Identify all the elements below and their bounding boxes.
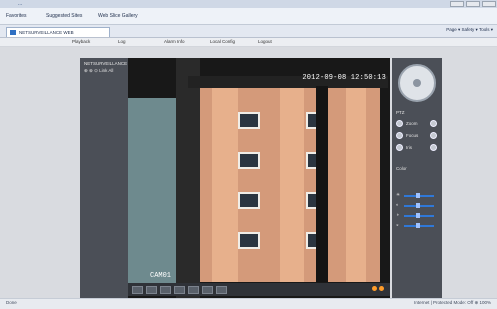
ptz-panel: PTZ Zoom Focus Iris Color ☀ ◐ ◑ ◒	[392, 58, 442, 298]
suggested-sites-link[interactable]: Suggested Sites	[46, 12, 82, 20]
menu-playback[interactable]: Playback	[72, 38, 90, 46]
iris-open-icon[interactable]	[430, 144, 437, 151]
window-controls	[449, 0, 497, 8]
contrast-thumb[interactable]	[416, 203, 420, 208]
scene-window-glass-left	[128, 98, 178, 288]
saturation-icon: ◑	[396, 212, 399, 217]
zoom-out-icon[interactable]	[396, 120, 403, 127]
building-column	[346, 86, 366, 282]
menu-local-config[interactable]: Local Config	[210, 38, 235, 46]
menu-logout[interactable]: Logout	[258, 38, 272, 46]
recording-indicators	[372, 286, 384, 291]
browser-titlebar: ...	[0, 0, 497, 8]
iris-label: Iris	[406, 145, 412, 150]
tab-bar: NETSURVEILLANCE WEB	[0, 25, 497, 38]
favorites-link[interactable]: Favorites	[6, 12, 27, 20]
color-title: Color	[396, 166, 407, 171]
building-column	[212, 86, 238, 282]
browser-statusbar: Done Internet | Protected Mode: Off ⊕ 10…	[0, 298, 497, 309]
ptz-direction-pad[interactable]	[398, 64, 436, 102]
brightness-icon: ☀	[396, 192, 401, 197]
stop-button[interactable]	[132, 285, 143, 294]
device-actions: ⊕ ⊗ ⊙ Link All	[84, 68, 113, 74]
settings-button[interactable]	[216, 285, 227, 294]
ptz-title: PTZ	[396, 110, 405, 115]
focus-label: Focus	[406, 133, 419, 138]
remove-icon[interactable]: ⊗	[89, 68, 93, 73]
menu-log[interactable]: Log	[118, 38, 126, 46]
add-icon[interactable]: ⊕	[84, 68, 88, 73]
previous-button[interactable]	[146, 285, 157, 294]
osd-channel-label: CAM01	[150, 272, 172, 280]
video-control-bar	[128, 283, 390, 296]
status-dot-icon	[372, 286, 377, 291]
building-window	[238, 152, 260, 169]
command-bar[interactable]: Page ▾ Safety ▾ Tools ▾	[446, 27, 493, 33]
zoom-label: Zoom	[406, 121, 418, 126]
ptz-center-button[interactable]	[413, 79, 421, 87]
device-list-header: NETSURVEILLANCE	[84, 61, 128, 66]
device-list-panel: NETSURVEILLANCE ⊕ ⊗ ⊙ Link All	[80, 58, 128, 298]
tab-netsurveillance[interactable]: NETSURVEILLANCE WEB	[6, 27, 110, 37]
next-button[interactable]	[188, 285, 199, 294]
pause-button[interactable]	[160, 285, 171, 294]
play-button[interactable]	[174, 285, 185, 294]
hue-icon: ◒	[396, 222, 399, 227]
link-all-button[interactable]: Link All	[99, 68, 113, 73]
favorites-bar: Favorites Suggested Sites Web Slice Gall…	[0, 8, 497, 25]
camera-scene-building	[198, 86, 380, 282]
close-button[interactable]	[482, 1, 496, 7]
record-button[interactable]	[202, 285, 213, 294]
building-window	[238, 112, 260, 129]
osd-timestamp: 2012-09-08 12:50:13	[302, 74, 386, 82]
web-slice-gallery-link[interactable]: Web Slice Gallery	[98, 12, 138, 20]
building-window	[238, 232, 260, 249]
zone-and-zoom[interactable]: Internet | Protected Mode: Off ⊕ 100%	[414, 300, 491, 306]
window-frame-left	[176, 58, 200, 298]
saturation-thumb[interactable]	[416, 213, 420, 218]
hue-thumb[interactable]	[416, 223, 420, 228]
focus-near-icon[interactable]	[396, 132, 403, 139]
window-title: ...	[18, 1, 23, 7]
minimize-button[interactable]	[450, 1, 464, 7]
record-icon[interactable]: ⊙	[94, 68, 98, 73]
maximize-button[interactable]	[466, 1, 480, 7]
window-frame-right	[316, 86, 328, 282]
video-viewport[interactable]: 2012-09-08 12:50:13 CAM01	[128, 58, 390, 298]
tab-label: NETSURVEILLANCE WEB	[19, 30, 74, 35]
contrast-icon: ◐	[396, 202, 399, 207]
zoom-in-icon[interactable]	[430, 120, 437, 127]
status-dot-icon	[379, 286, 384, 291]
menu-alarm-info[interactable]: Alarm Info	[164, 38, 185, 46]
tab-favicon-icon	[10, 30, 16, 35]
brightness-thumb[interactable]	[416, 193, 420, 198]
status-text: Done	[6, 300, 17, 305]
building-window	[238, 192, 260, 209]
app-menubar: Playback Log Alarm Info Local Config Log…	[0, 38, 497, 47]
focus-far-icon[interactable]	[430, 132, 437, 139]
iris-close-icon[interactable]	[396, 144, 403, 151]
building-column	[280, 86, 304, 282]
